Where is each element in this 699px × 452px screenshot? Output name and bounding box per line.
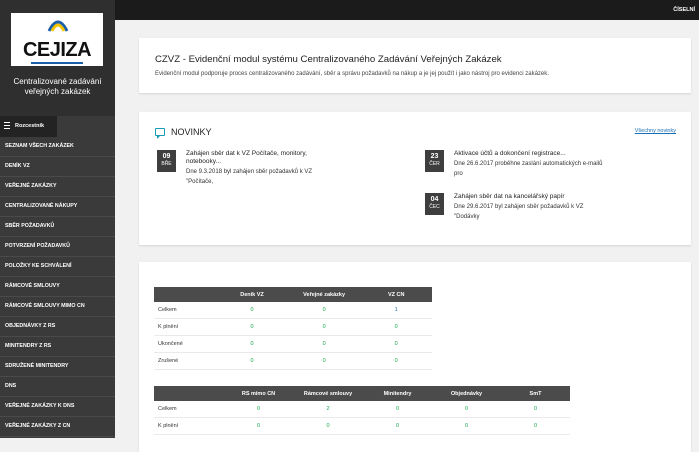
sidebar-item-minitendry-z-rs[interactable]: MINITENDRY Z RS <box>0 337 115 357</box>
all-news-link[interactable]: Všechny novinky <box>635 128 676 134</box>
table-cell-link[interactable]: 0 <box>216 335 288 353</box>
sidebar-item-potvrzeni-pozadavku[interactable]: POTVRZENÍ POŽADAVKŮ <box>0 237 115 257</box>
date-badge: 23 ČER <box>425 150 444 172</box>
table-header: RS mimo CN <box>224 386 293 401</box>
sidebar-item-sber-pozadavku[interactable]: SBĚR POŽADAVKŮ <box>0 217 115 237</box>
date-badge: 09 BŘE <box>157 150 176 172</box>
table-cell-link[interactable]: 0 <box>432 401 501 418</box>
news-text: Dne 29.6.2017 byl zahájen sběr požadavků… <box>454 204 584 220</box>
news-panel: NOVINKY Všechny novinky 09 BŘE Zahájen s… <box>139 112 691 245</box>
table-header: Veřejné zakázky <box>287 287 361 302</box>
logo-text: CEJIZA <box>11 39 103 64</box>
news-title: NOVINKY <box>171 127 212 137</box>
sidebar-item-centralizovane-nakupy[interactable]: CENTRALIZOVANÉ NÁKUPY <box>0 197 115 217</box>
table-cell-link[interactable]: 0 <box>432 417 501 435</box>
table-cell-link[interactable]: 0 <box>501 401 570 418</box>
table-header: SmT <box>501 386 570 401</box>
hamburger-icon <box>4 122 10 130</box>
table-cell-link[interactable]: 0 <box>216 352 288 370</box>
table-header: Rámcové smlouvy <box>293 386 363 401</box>
table-row: K plnění 0 0 0 0 0 <box>154 417 570 435</box>
news-text: Dne 26.6.2017 proběhne zaslání automatic… <box>454 161 603 177</box>
table-cell-link[interactable]: 2 <box>293 401 363 418</box>
sidebar-nav: SEZNAM VŠECH ZAKÁZEK DENÍK VZ VEŘEJNÉ ZA… <box>0 137 115 437</box>
sidebar-item-dns[interactable]: DNS <box>0 377 115 397</box>
table-cell-link[interactable]: 0 <box>216 318 288 336</box>
sidebar-item-seznam-vsech-zakazek[interactable]: SEZNAM VŠECH ZAKÁZEK <box>0 137 115 157</box>
table-row: Celkem 0 2 0 0 0 <box>154 401 570 418</box>
news-headline[interactable]: Zahájen sběr dat k VZ Počítače, monitory… <box>186 150 346 165</box>
sidebar-item-ramcove-smlouvy-mimo-cn[interactable]: RÁMCOVÉ SMLOUVY MIMO CN <box>0 297 115 317</box>
stats-panel: Deník VZ Veřejné zakázky VZ CN Celkem 0 … <box>139 262 691 452</box>
page-description: Evidenční modul podporuje proces central… <box>155 71 549 77</box>
table-cell-link[interactable]: 0 <box>363 417 432 435</box>
news-headline[interactable]: Zahájen sběr dat na kancelářský papír <box>454 193 614 201</box>
table-row: K plnění 0 0 0 <box>154 318 432 336</box>
table-cell-link[interactable]: 0 <box>360 318 432 336</box>
table-header: Objednávky <box>432 386 501 401</box>
header-panel: CZVZ - Evidenční modul systému Centraliz… <box>139 38 691 93</box>
stats-table-contracts: Deník VZ Veřejné zakázky VZ CN Celkem 0 … <box>154 287 432 370</box>
sidebar-item-denik-vz[interactable]: DENÍK VZ <box>0 157 115 177</box>
menu-toggle-button[interactable]: Rozcestník <box>0 116 57 137</box>
table-cell-link[interactable]: 0 <box>287 352 361 370</box>
sidebar-item-verejne-zakazky[interactable]: VEŘEJNÉ ZAKÁZKY <box>0 177 115 197</box>
date-badge: 04 ČEC <box>425 193 444 215</box>
table-cell-link[interactable]: 0 <box>360 335 432 353</box>
sidebar-item-ramcove-smlouvy[interactable]: RÁMCOVÉ SMLOUVY <box>0 277 115 297</box>
table-header <box>154 287 217 302</box>
chat-bubble-icon <box>155 128 165 139</box>
table-cell-link[interactable]: 0 <box>216 302 288 319</box>
news-text: Dne 9.3.2018 byl zahájen sběr požadavků … <box>186 169 313 185</box>
sidebar-item-verejne-zakazky-z-cn[interactable]: VEŘEJNÉ ZAKÁZKY Z CN <box>0 417 115 437</box>
table-cell-link[interactable]: 0 <box>363 401 432 418</box>
table-header: VZ CN <box>360 287 432 302</box>
table-cell-link[interactable]: 0 <box>293 417 363 435</box>
table-header <box>154 386 224 401</box>
table-cell-link[interactable]: 0 <box>501 417 570 435</box>
table-header: Minitendry <box>363 386 432 401</box>
sidebar-item-verejne-zakazky-k-dns[interactable]: VEŘEJNÉ ZAKÁZKY K DNS <box>0 397 115 417</box>
table-row: Zrušené 0 0 0 <box>154 352 432 370</box>
top-bar: ČÍSELNÍ <box>115 0 699 20</box>
sidebar: CEJIZA Centralizované zadávání veřejných… <box>0 0 115 438</box>
table-cell-link[interactable]: 0 <box>224 401 293 418</box>
stats-table-framework: RS mimo CN Rámcové smlouvy Minitendry Ob… <box>154 386 570 435</box>
table-cell-link[interactable]: 0 <box>224 417 293 435</box>
sidebar-item-polozky-ke-schvaleni[interactable]: POLOŽKY KE SCHVÁLENÍ <box>0 257 115 277</box>
app-name: Centralizované zadávání veřejných zakáze… <box>13 77 102 96</box>
page-title: CZVZ - Evidenční modul systému Centraliz… <box>155 54 502 65</box>
table-header: Deník VZ <box>216 287 288 302</box>
topbar-menu-ciselniky[interactable]: ČÍSELNÍ <box>673 0 699 20</box>
table-row: Ukončené 0 0 0 <box>154 335 432 353</box>
table-cell-link[interactable]: 0 <box>287 318 361 336</box>
sidebar-item-objednavky-z-rs[interactable]: OBJEDNÁVKY Z RS <box>0 317 115 337</box>
logo-area: CEJIZA Centralizované zadávání veřejných… <box>0 0 115 116</box>
table-cell-link[interactable]: 0 <box>360 352 432 370</box>
table-row: Celkem 0 0 1 <box>154 302 432 319</box>
sidebar-item-sdruzene-minitendry[interactable]: SDRUŽENÉ MINITENDRY <box>0 357 115 377</box>
table-cell-link[interactable]: 1 <box>360 302 432 319</box>
news-headline[interactable]: Aktivace účtů a dokončení registrace... <box>454 150 614 158</box>
table-cell-link[interactable]: 0 <box>287 335 361 353</box>
table-cell-link[interactable]: 0 <box>287 302 361 319</box>
logo[interactable]: CEJIZA <box>11 13 103 66</box>
logo-swoosh-icon <box>47 20 69 32</box>
